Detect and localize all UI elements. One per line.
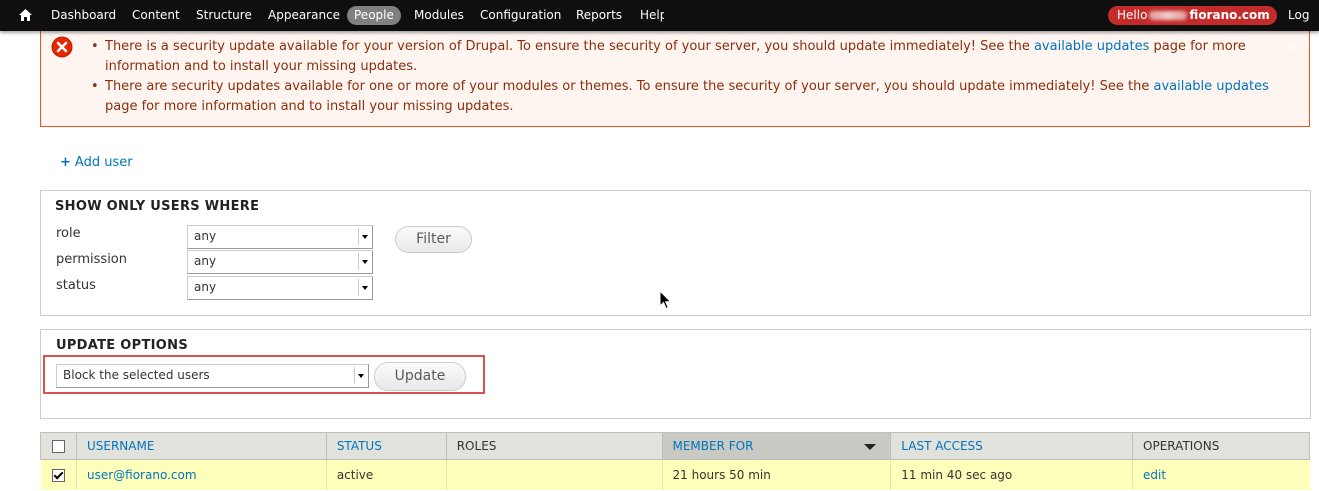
admin-toolbar: Dashboard Content Structure Appearance P… [0, 0, 1319, 53]
mouse-cursor-icon [659, 290, 671, 310]
toolbar-item-reports[interactable]: Reports [576, 0, 622, 31]
role-label: role [56, 226, 81, 241]
username-link[interactable]: user@fiorano.com [87, 468, 197, 482]
operations-cell: edit [1132, 459, 1310, 490]
header-roles: ROLES [445, 432, 663, 460]
toolbar-item-modules[interactable]: Modules [414, 0, 464, 31]
highlight-box [43, 355, 485, 394]
sort-descending-icon [864, 444, 877, 450]
member-for-cell: 21 hours 50 min [661, 459, 891, 490]
toolbar-item-help[interactable]: Help [640, 0, 664, 31]
toolbar-item-structure[interactable]: Structure [196, 0, 252, 31]
header-last-access[interactable]: LAST ACCESS [890, 432, 1134, 460]
permission-select[interactable]: any [187, 250, 373, 274]
username-cell: user@fiorano.com [75, 459, 327, 490]
available-updates-link[interactable]: available updates [1034, 39, 1149, 54]
filter-button[interactable]: Filter [395, 226, 472, 253]
status-select[interactable]: any [187, 276, 373, 300]
chevron-down-icon [358, 253, 370, 270]
last-access-cell: 11 min 40 sec ago [890, 459, 1133, 490]
message-item: There is a security update available for… [91, 37, 1291, 77]
redacted-username [1149, 11, 1188, 20]
chevron-down-icon [358, 279, 370, 296]
status-label: status [56, 278, 96, 293]
hello-prefix: Hello [1117, 8, 1148, 22]
toolbar-item-configuration[interactable]: Configuration [480, 0, 561, 31]
users-table: USERNAME STATUS ROLES MEMBER FOR LAST AC… [40, 432, 1310, 490]
filter-legend: SHOW ONLY USERS WHERE [55, 199, 260, 214]
available-updates-link[interactable]: available updates [1153, 79, 1268, 94]
header-member-for[interactable]: MEMBER FOR [661, 432, 892, 460]
plus-icon: + [60, 155, 71, 170]
user-greeting[interactable]: Hello fiorano.com [1108, 6, 1277, 25]
header-operations: OPERATIONS [1132, 432, 1310, 460]
error-icon [51, 36, 73, 58]
toolbar-item-appearance[interactable]: Appearance [268, 0, 340, 31]
role-select[interactable]: any [187, 225, 373, 249]
status-cell: active [325, 459, 447, 490]
toolbar-item-content[interactable]: Content [132, 0, 180, 31]
edit-link[interactable]: edit [1143, 468, 1166, 482]
select-all-checkbox[interactable] [52, 440, 65, 453]
message-item: There are security updates available for… [91, 77, 1291, 117]
table-row: user@fiorano.com active 21 hours 50 min … [40, 459, 1310, 490]
header-status[interactable]: STATUS [325, 432, 447, 460]
chevron-down-icon [358, 228, 370, 245]
filter-fieldset: SHOW ONLY USERS WHERE role any permissio… [40, 190, 1311, 316]
row-select-cell [40, 459, 77, 490]
error-messages: There is a security update available for… [40, 31, 1310, 127]
home-icon[interactable] [18, 8, 33, 22]
hello-domain: fiorano.com [1189, 8, 1270, 22]
toolbar-item-people[interactable]: People [347, 6, 401, 25]
toolbar-item-dashboard[interactable]: Dashboard [51, 0, 116, 31]
row-checkbox[interactable] [51, 469, 65, 482]
update-options-legend: UPDATE OPTIONS [56, 338, 188, 353]
add-user-link[interactable]: + Add user [60, 155, 133, 170]
permission-label: permission [56, 252, 127, 267]
header-username[interactable]: USERNAME [75, 432, 327, 460]
roles-cell [445, 459, 662, 490]
table-header-row: USERNAME STATUS ROLES MEMBER FOR LAST AC… [40, 432, 1310, 460]
select-all-cell [40, 432, 77, 460]
logout-link[interactable]: Log o [1288, 0, 1319, 53]
